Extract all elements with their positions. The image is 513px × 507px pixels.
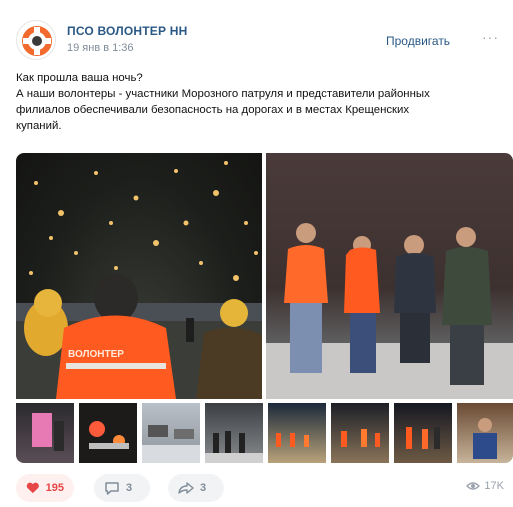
- post-text-line: филиалов обеспечивали безопасность на до…: [16, 104, 410, 116]
- photo-volunteer-group[interactable]: [266, 153, 513, 399]
- thumbnail[interactable]: [268, 403, 326, 463]
- author-name[interactable]: ПСО ВОЛОНТЕР НН: [67, 24, 188, 38]
- post-header: ПСО ВОЛОНТЕР НН 19 янв в 1:36 Продвигать…: [16, 20, 506, 60]
- post-date[interactable]: 19 янв в 1:36: [67, 42, 134, 54]
- thumbnail[interactable]: [394, 403, 452, 463]
- post-text-line: Как прошла ваша ночь?: [16, 72, 143, 84]
- views-counter: 17K: [466, 480, 504, 492]
- thumbnail[interactable]: [79, 403, 137, 463]
- thumbnail-image: [205, 431, 263, 463]
- post-text-line: А наши волонтеры - участники Морозного п…: [16, 88, 430, 100]
- like-button[interactable]: 195: [16, 474, 74, 502]
- heart-icon: [26, 482, 39, 494]
- comment-count: 3: [126, 482, 133, 494]
- more-dots-icon[interactable]: ···: [482, 29, 499, 45]
- thumbnail-image: [341, 429, 380, 447]
- thumbnail-strip: [16, 403, 513, 463]
- promote-button[interactable]: Продвигать: [386, 34, 450, 48]
- thumbnail-image: [276, 433, 309, 447]
- share-count: 3: [200, 482, 207, 494]
- share-icon: [178, 482, 194, 494]
- photo-volunteers-snow-image: ВОЛОНТЕР: [16, 161, 262, 399]
- post-text: Как прошла ваша ночь? А наши волонтеры -…: [16, 70, 501, 134]
- thumbnail-image: [32, 413, 64, 451]
- thumbnail[interactable]: [142, 403, 200, 463]
- thumbnail[interactable]: [16, 403, 74, 463]
- eye-icon: [466, 482, 481, 490]
- thumbnail-image: [142, 425, 200, 463]
- comment-icon: [105, 481, 119, 495]
- thumbnail[interactable]: [457, 403, 513, 463]
- organization-logo: [18, 22, 55, 59]
- photo-volunteer-group-image: [266, 223, 513, 399]
- post-text-line: купаний.: [16, 120, 62, 132]
- like-count: 195: [45, 482, 64, 494]
- thumbnail-image: [89, 421, 129, 449]
- thumbnail-image: [406, 427, 440, 449]
- post-actions: 195 3 3 17K: [16, 474, 506, 502]
- thumbnail-image: [473, 418, 497, 459]
- share-button[interactable]: 3: [168, 474, 224, 502]
- comment-button[interactable]: 3: [94, 474, 150, 502]
- photo-gallery: ВОЛОНТЕР: [16, 153, 513, 463]
- views-count: 17K: [484, 480, 504, 492]
- vest-text: ВОЛОНТЕР: [68, 349, 124, 360]
- avatar[interactable]: [16, 20, 56, 60]
- photo-volunteers-snow[interactable]: ВОЛОНТЕР: [16, 153, 262, 399]
- thumbnail[interactable]: [205, 403, 263, 463]
- thumbnail[interactable]: [331, 403, 389, 463]
